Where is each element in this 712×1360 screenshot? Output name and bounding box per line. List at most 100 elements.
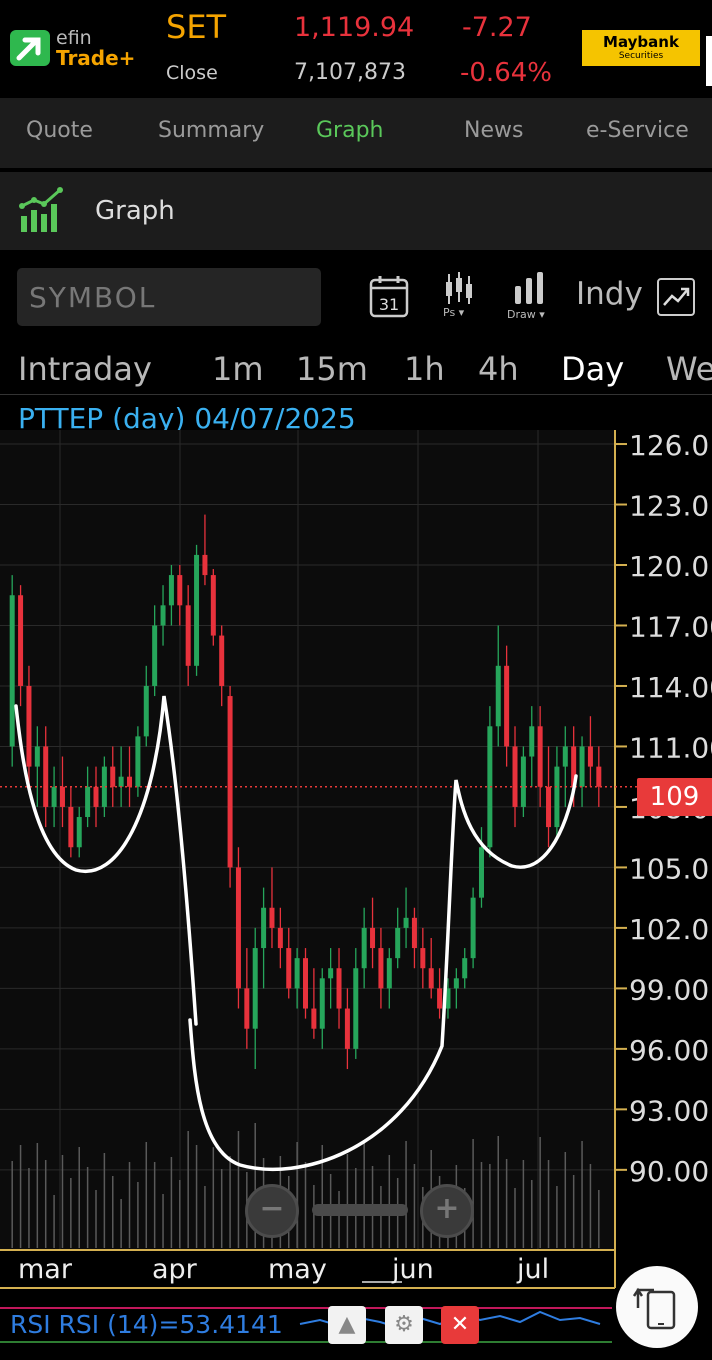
rsi-settings-gear-icon[interactable]: ⚙ <box>385 1306 423 1344</box>
tab-graph[interactable]: Graph <box>316 118 383 143</box>
period-intraday[interactable]: Intraday <box>18 350 152 388</box>
tab-summary[interactable]: Summary <box>158 118 264 143</box>
candle-body <box>269 907 275 928</box>
period-1m[interactable]: 1m <box>212 350 264 388</box>
index-volume: 7,107,873 <box>294 60 406 85</box>
rsi-move-up-button[interactable]: ▲ <box>328 1306 366 1344</box>
candle-body <box>478 847 484 898</box>
logo-line1: efin <box>56 27 92 49</box>
section-title: Graph <box>95 196 175 226</box>
current-price-badge: 109 <box>637 778 712 816</box>
candle-body <box>361 927 367 969</box>
candle-body <box>336 968 342 1009</box>
candle-body <box>34 746 40 767</box>
tab-news[interactable]: News <box>464 118 523 143</box>
candle-body <box>185 605 191 666</box>
candle-body <box>520 756 526 807</box>
x-tick-label: jun <box>391 1254 434 1285</box>
rsi-close-button[interactable]: ✕ <box>441 1306 479 1344</box>
period-1h[interactable]: 1h <box>404 350 445 388</box>
candle-body <box>428 968 434 989</box>
candle-body <box>403 917 409 928</box>
candle-body <box>395 927 401 959</box>
candle-body <box>76 817 82 848</box>
zoom-out-button[interactable]: − <box>245 1184 299 1238</box>
candle-body <box>420 948 426 969</box>
candle-body <box>9 595 15 747</box>
chart-plot-background <box>0 430 615 1250</box>
draw-icon[interactable] <box>514 272 544 308</box>
y-tick-label: 96.00 <box>629 1034 709 1067</box>
x-tick-label: jul <box>516 1254 549 1285</box>
candle-body <box>235 867 241 989</box>
draw-label[interactable]: Draw ▾ <box>507 308 545 321</box>
candle-body <box>512 746 518 807</box>
candle-body <box>562 746 568 767</box>
candle-body <box>59 786 65 807</box>
candle-body <box>135 736 141 787</box>
y-tick-label: 99.00 <box>629 973 709 1006</box>
y-tick-label: 105.0 <box>629 852 709 885</box>
candle-body <box>127 776 133 787</box>
candle-body <box>110 766 116 787</box>
logo-line2: Trade+ <box>56 46 136 70</box>
y-tick-label: 90.00 <box>629 1155 709 1188</box>
tab-e-service[interactable]: e-Service <box>586 118 689 143</box>
zoom-slider[interactable] <box>312 1204 408 1216</box>
candle-body <box>244 988 250 1029</box>
x-tick-label: may <box>268 1254 327 1285</box>
y-tick-label: 120.0 <box>629 550 709 583</box>
indicator-label[interactable]: Indy <box>576 276 643 312</box>
period-15m[interactable]: 15m <box>296 350 368 388</box>
candle-body <box>328 968 334 979</box>
candle-body <box>319 978 325 1029</box>
candle-body <box>168 575 174 606</box>
y-tick-label: 93.00 <box>629 1094 709 1127</box>
main-tabs: Quote Summary Graph News e-Service <box>0 98 712 168</box>
candle-body <box>18 595 24 686</box>
price-style-icon[interactable] <box>444 272 474 310</box>
candle-body <box>294 958 300 989</box>
y-tick-label: 126.0 <box>629 430 709 462</box>
candle-body <box>554 766 560 828</box>
candle-body <box>143 685 149 737</box>
period-day[interactable]: Day <box>561 350 624 388</box>
candle-body <box>93 786 99 807</box>
candle-body <box>529 726 535 757</box>
indicator-chart-icon[interactable] <box>657 278 695 316</box>
broker-sub: Securities <box>618 51 664 61</box>
candle-body <box>353 968 359 1049</box>
y-tick-label: 102.0 <box>629 913 709 946</box>
candle-body <box>504 665 510 747</box>
section-title-bar: Graph <box>0 172 712 250</box>
period-4h[interactable]: 4h <box>478 350 519 388</box>
candle-body <box>252 948 258 1029</box>
rotate-screen-button[interactable] <box>616 1266 698 1348</box>
x-tick-label: mar <box>18 1254 73 1285</box>
candle-body <box>118 776 124 787</box>
zoom-in-button[interactable]: + <box>420 1184 474 1238</box>
candle-body <box>470 897 476 959</box>
candle-body <box>386 958 392 989</box>
close-label: Close <box>166 62 218 84</box>
candle-body <box>596 766 602 787</box>
candle-body <box>546 786 552 828</box>
app-logo-text: efin Trade+ <box>56 28 135 68</box>
calendar-icon[interactable]: 31 <box>369 274 409 322</box>
candle-body <box>277 927 283 949</box>
broker-logo: Maybank Securities <box>582 30 700 66</box>
tab-quote[interactable]: Quote <box>26 118 93 143</box>
candle-body <box>202 554 208 576</box>
y-tick-label: 123.0 <box>629 490 709 523</box>
candle-body <box>152 625 158 686</box>
candle-body <box>303 958 308 1009</box>
symbol-input[interactable] <box>17 268 321 326</box>
index-change: -7.27 <box>462 12 532 43</box>
period-week[interactable]: We <box>666 350 712 388</box>
candle-body <box>85 786 91 818</box>
candle-body <box>370 927 376 949</box>
candle-body <box>43 746 49 807</box>
candlestick-chart[interactable]: 126.0123.0120.0117.00114.00111.00108.010… <box>0 430 712 1300</box>
index-name[interactable]: SET <box>166 8 226 46</box>
price-style-label[interactable]: Ps ▾ <box>443 306 464 319</box>
